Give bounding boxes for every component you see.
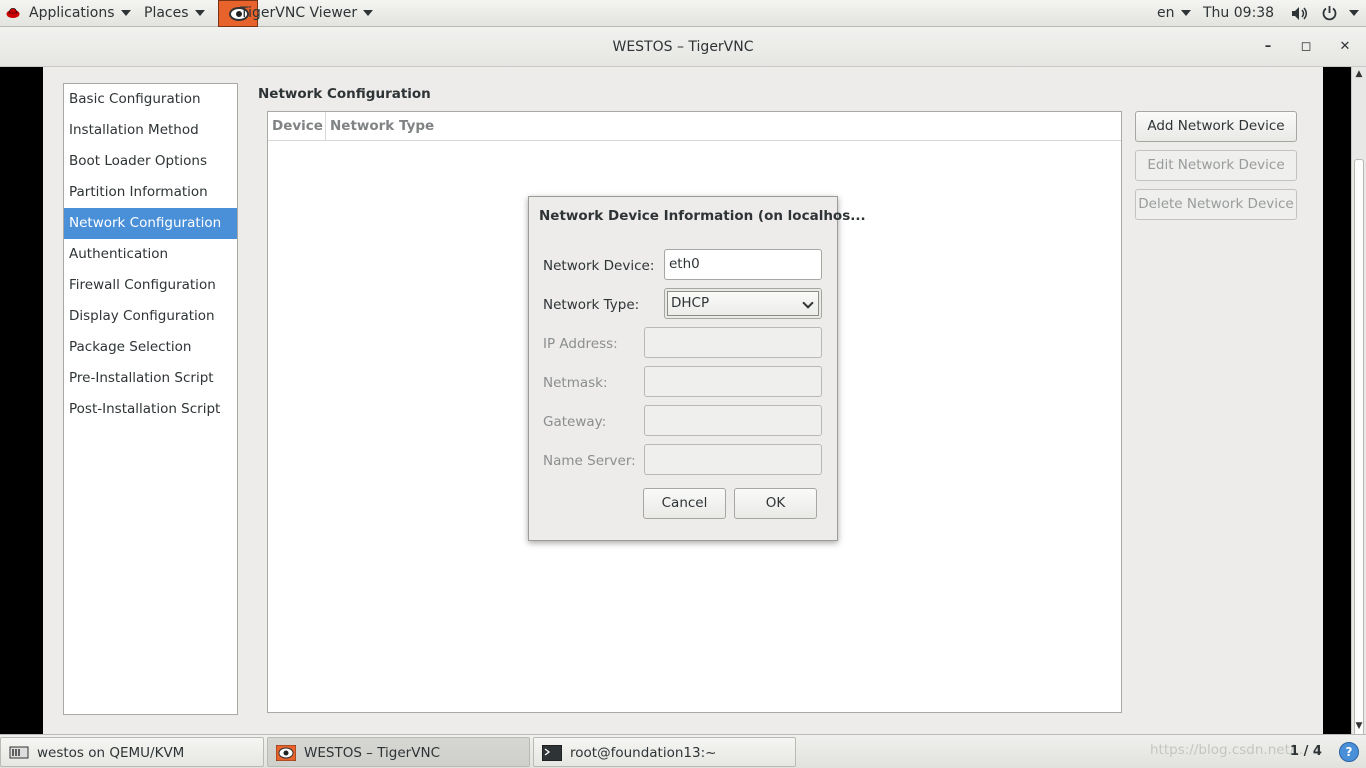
- name-server-input[interactable]: [644, 444, 822, 475]
- places-label: Places: [144, 5, 189, 21]
- sidebar-item-basic-configuration[interactable]: Basic Configuration: [64, 84, 237, 115]
- network-type-value: DHCP: [671, 295, 710, 311]
- bottom-taskbar: westos on QEMU/KVM WESTOS – TigerVNC roo…: [0, 734, 1366, 768]
- help-icon[interactable]: ?: [1339, 742, 1359, 762]
- sidebar-item-boot-loader-options[interactable]: Boot Loader Options: [64, 146, 237, 177]
- scrollbar-thumb[interactable]: [1354, 159, 1364, 756]
- page-title: Network Configuration: [258, 86, 431, 102]
- chevron-down-icon: [194, 10, 205, 16]
- task-westos-qemu[interactable]: westos on QEMU/KVM: [0, 737, 264, 767]
- network-device-dialog: Network Device Information (on localhos.…: [528, 196, 866, 541]
- task-westos-tigervnc[interactable]: WESTOS – TigerVNC: [267, 737, 530, 767]
- add-network-device-button[interactable]: Add Network Device: [1135, 111, 1297, 142]
- task-terminal[interactable]: root@foundation13:~: [533, 737, 796, 767]
- task-label: root@foundation13:~: [570, 745, 717, 761]
- table-header: Device Network Type: [268, 112, 1121, 141]
- sidebar-item-installation-method[interactable]: Installation Method: [64, 115, 237, 146]
- language-label: en: [1157, 5, 1175, 21]
- scroll-down-icon[interactable]: ▼: [1353, 720, 1365, 732]
- sidebar-item-authentication[interactable]: Authentication: [64, 239, 237, 270]
- window-titlebar: WESTOS – TigerVNC – ◻ ✕: [0, 27, 1366, 67]
- vertical-scrollbar[interactable]: ▲ ▼: [1351, 67, 1366, 756]
- sidebar-item-package-selection[interactable]: Package Selection: [64, 332, 237, 363]
- dialog-title: Network Device Information (on localhos.…: [539, 208, 866, 224]
- active-app-menu[interactable]: TigerVNC Viewer: [240, 0, 374, 27]
- redhat-logo-icon: [6, 8, 20, 18]
- ip-address-label: IP Address:: [543, 336, 618, 352]
- chevron-down-icon: [802, 297, 814, 309]
- gateway-label: Gateway:: [543, 414, 607, 430]
- sidebar-item-network-configuration[interactable]: Network Configuration: [64, 208, 237, 239]
- section-list: Basic Configuration Installation Method …: [63, 83, 238, 715]
- chevron-down-icon: [1180, 10, 1191, 16]
- volume-icon[interactable]: [1291, 6, 1309, 21]
- top-panel: Applications Places TigerVNC Viewer en T…: [0, 0, 1366, 27]
- network-type-select[interactable]: DHCP: [664, 288, 822, 319]
- column-header-device[interactable]: Device: [268, 112, 326, 141]
- network-type-label: Network Type:: [543, 297, 640, 313]
- sidebar-item-partition-information[interactable]: Partition Information: [64, 177, 237, 208]
- cancel-button[interactable]: Cancel: [643, 488, 726, 519]
- clock[interactable]: Thu 09:38: [1203, 0, 1274, 27]
- workspace-pager[interactable]: 1 / 4: [1290, 735, 1322, 768]
- network-device-label: Network Device:: [543, 258, 655, 274]
- close-button[interactable]: ✕: [1335, 37, 1355, 57]
- maximize-button[interactable]: ◻: [1296, 37, 1316, 57]
- gateway-input[interactable]: [644, 405, 822, 436]
- tigervnc-icon: [276, 745, 296, 761]
- chevron-down-icon[interactable]: [1349, 10, 1359, 16]
- ip-address-input[interactable]: [644, 327, 822, 358]
- places-menu[interactable]: Places: [144, 0, 205, 27]
- ok-button[interactable]: OK: [734, 488, 817, 519]
- minimize-button[interactable]: –: [1258, 37, 1278, 57]
- task-label: westos on QEMU/KVM: [37, 745, 185, 761]
- sidebar-item-display-configuration[interactable]: Display Configuration: [64, 301, 237, 332]
- chevron-down-icon: [363, 10, 374, 16]
- sidebar-item-pre-installation-script[interactable]: Pre-Installation Script: [64, 363, 237, 394]
- task-label: WESTOS – TigerVNC: [304, 745, 440, 761]
- terminal-icon: [542, 745, 562, 761]
- name-server-label: Name Server:: [543, 453, 636, 469]
- delete-network-device-button[interactable]: Delete Network Device: [1135, 189, 1297, 220]
- network-device-input[interactable]: eth0: [664, 249, 822, 280]
- chevron-down-icon: [120, 10, 131, 16]
- sidebar-item-firewall-configuration[interactable]: Firewall Configuration: [64, 270, 237, 301]
- watermark-text: https://blog.csdn.net/...: [1150, 742, 1308, 758]
- sidebar-item-post-installation-script[interactable]: Post-Installation Script: [64, 394, 237, 425]
- power-icon[interactable]: [1322, 5, 1337, 21]
- window-title: WESTOS – TigerVNC: [612, 39, 754, 55]
- scroll-up-icon[interactable]: ▲: [1353, 68, 1365, 80]
- applications-label: Applications: [29, 5, 115, 21]
- language-menu[interactable]: en: [1157, 0, 1191, 27]
- active-app-label: TigerVNC Viewer: [240, 5, 358, 21]
- netmask-label: Netmask:: [543, 375, 608, 391]
- netmask-input[interactable]: [644, 366, 822, 397]
- applications-menu[interactable]: Applications: [29, 0, 131, 27]
- vnc-viewport: Basic Configuration Installation Method …: [43, 67, 1323, 734]
- column-header-network-type[interactable]: Network Type: [326, 112, 434, 141]
- virt-manager-icon: [9, 746, 29, 759]
- edit-network-device-button[interactable]: Edit Network Device: [1135, 150, 1297, 181]
